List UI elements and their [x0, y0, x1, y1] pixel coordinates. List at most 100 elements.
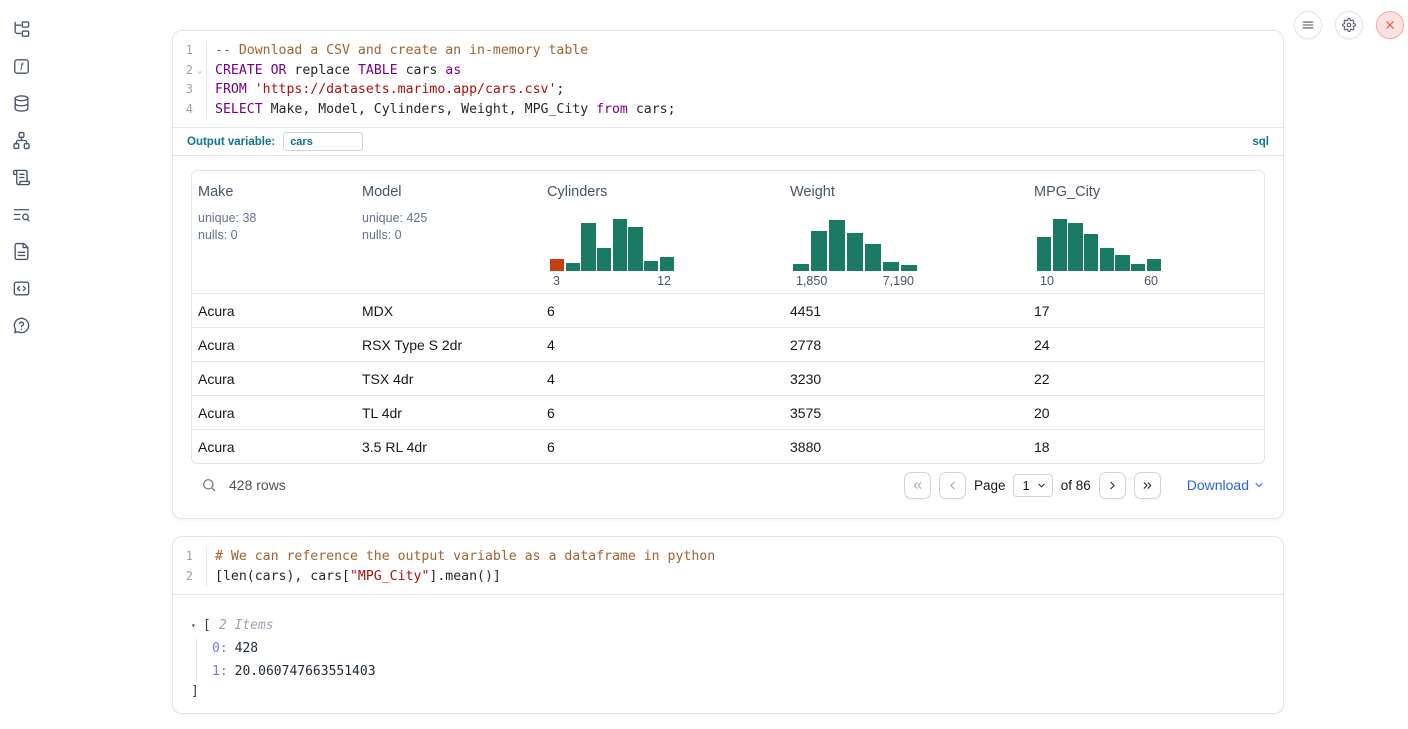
file-explorer-icon — [12, 20, 31, 44]
column-name[interactable]: Weight — [790, 184, 1034, 200]
code-token: -- Download a CSV and create an in-memor… — [215, 43, 588, 58]
python-code-editor[interactable]: 1# We can reference the output variable … — [173, 537, 1283, 594]
table-row: Acura3.5 RL 4dr6388018 — [192, 429, 1264, 463]
code-token: ; — [556, 82, 564, 97]
table-cell: 24 — [1034, 337, 1264, 353]
code-token — [263, 63, 271, 78]
histogram-bar — [847, 233, 863, 272]
column-header-model: Modelunique: 425nulls: 0 — [362, 171, 547, 293]
histogram-bar — [1068, 223, 1082, 271]
settings-button[interactable] — [1335, 11, 1363, 39]
column-name[interactable]: Model — [362, 184, 547, 200]
sidebar-button-outline-search[interactable] — [11, 207, 31, 227]
table-cell: 17 — [1034, 303, 1264, 319]
code-token: CREATE — [215, 63, 263, 78]
page-select-value: 1 — [1022, 478, 1029, 493]
snippets-icon — [12, 279, 31, 303]
last-page-button[interactable] — [1134, 472, 1161, 499]
table-cell: Acura — [198, 303, 362, 319]
code-text: CREATE OR replace TABLE cars as — [207, 61, 461, 81]
page-total-label: of 86 — [1061, 478, 1091, 493]
sidebar-button-variables[interactable]: f — [11, 59, 31, 79]
histogram-axis-labels: 312 — [550, 274, 674, 288]
table-cell: Acura — [198, 337, 362, 353]
code-token: ].mean()] — [429, 569, 500, 584]
histogram-bars — [550, 216, 674, 271]
code-token: 'https://datasets.marimo.app/cars.csv' — [255, 82, 557, 97]
sidebar-button-snippets[interactable] — [11, 281, 31, 301]
sidebar-button-logs[interactable] — [11, 170, 31, 190]
marimo-notebook: f 1-- Download a CSV and create an in-me… — [0, 0, 1408, 729]
code-text: -- Download a CSV and create an in-memor… — [207, 41, 588, 61]
column-name[interactable]: Make — [198, 184, 362, 200]
code-line: 3 FROM 'https://datasets.marimo.app/cars.… — [173, 80, 1283, 100]
histogram-bar — [883, 262, 899, 271]
histogram-axis-labels: 1,8507,190 — [793, 274, 917, 288]
menu-button[interactable] — [1294, 11, 1322, 39]
next-page-button[interactable] — [1099, 472, 1126, 499]
table-cell: Acura — [198, 439, 362, 455]
table-cell: 3230 — [790, 371, 1034, 387]
sidebar-button-dependency-graph[interactable] — [11, 133, 31, 153]
data-sources-icon — [12, 94, 31, 118]
table-cell: 4 — [547, 337, 790, 353]
output-variable-label: Output variable: — [187, 136, 275, 148]
histogram-bar — [581, 223, 595, 271]
histogram-bar — [829, 220, 845, 271]
close-button[interactable] — [1376, 11, 1404, 39]
output-variable-input[interactable] — [283, 132, 363, 151]
sql-code-editor[interactable]: 1-- Download a CSV and create an in-memo… — [173, 31, 1283, 127]
code-token: [len(cars), cars[ — [215, 569, 350, 584]
table-cell: 3575 — [790, 405, 1034, 421]
outline-search-icon — [12, 205, 31, 229]
list-item-value: 428 — [235, 641, 258, 656]
code-line: 1# We can reference the output variable … — [173, 547, 1283, 567]
table-body: AcuraMDX6445117AcuraRSX Type S 2dr427782… — [192, 293, 1264, 463]
sidebar-button-documentation[interactable] — [11, 244, 31, 264]
code-token: cars — [398, 63, 446, 78]
histogram-bar — [1147, 259, 1161, 271]
table-cell: 2778 — [790, 337, 1034, 353]
column-header-mpg_city: MPG_City 1060 — [1034, 171, 1264, 293]
table-row: AcuraTL 4dr6357520 — [192, 395, 1264, 429]
sidebar-button-help[interactable] — [11, 318, 31, 338]
code-token: TABLE — [358, 63, 398, 78]
column-stat: unique: 38 — [198, 210, 362, 227]
list-item: 0:428 — [212, 639, 1283, 659]
histogram-bar — [597, 248, 611, 271]
page-select[interactable]: 1 — [1013, 474, 1052, 497]
code-text: [len(cars), cars["MPG_City"].mean()] — [207, 567, 501, 587]
download-button[interactable]: Download — [1187, 477, 1265, 493]
code-token: FROM — [215, 82, 247, 97]
list-item-index: 1: — [212, 664, 228, 679]
histogram-axis-labels: 1060 — [1037, 274, 1161, 288]
chevron-down-icon — [1036, 480, 1047, 491]
code-text: # We can reference the output variable a… — [207, 547, 715, 567]
histogram-mpg_city[interactable]: 1060 — [1037, 216, 1161, 288]
histogram-cylinders[interactable]: 312 — [550, 216, 674, 288]
histogram-weight[interactable]: 1,8507,190 — [793, 216, 917, 288]
search-icon[interactable] — [200, 476, 218, 494]
column-name[interactable]: Cylinders — [547, 184, 790, 200]
list-output-viewer: ▾ [ 2 Items 0:4281:20.060747663551403 ] — [173, 595, 1283, 702]
collapse-chevron-icon[interactable]: ▾ — [191, 621, 203, 630]
histogram-bar — [793, 264, 809, 271]
first-page-button[interactable] — [904, 472, 931, 499]
column-header-cylinders: Cylinders 312 — [547, 171, 790, 293]
dependency-graph-icon — [12, 131, 31, 155]
items-count-label: 2 Items — [219, 618, 274, 633]
table-cell: RSX Type S 2dr — [362, 337, 547, 353]
axis-max-label: 60 — [1144, 274, 1158, 288]
logs-icon — [12, 168, 31, 192]
line-gutter: 2⌄ — [173, 61, 207, 81]
previous-page-button[interactable] — [939, 472, 966, 499]
sidebar-button-file-explorer[interactable] — [11, 22, 31, 42]
histogram-bar — [1053, 219, 1067, 271]
column-name[interactable]: MPG_City — [1034, 184, 1264, 200]
histogram-bar — [566, 263, 580, 271]
chevron-right-icon — [1106, 479, 1119, 492]
table-cell: Acura — [198, 371, 362, 387]
line-gutter: 3 — [173, 80, 207, 100]
sidebar-button-data-sources[interactable] — [11, 96, 31, 116]
fold-chevron-icon[interactable]: ⌄ — [193, 61, 206, 81]
